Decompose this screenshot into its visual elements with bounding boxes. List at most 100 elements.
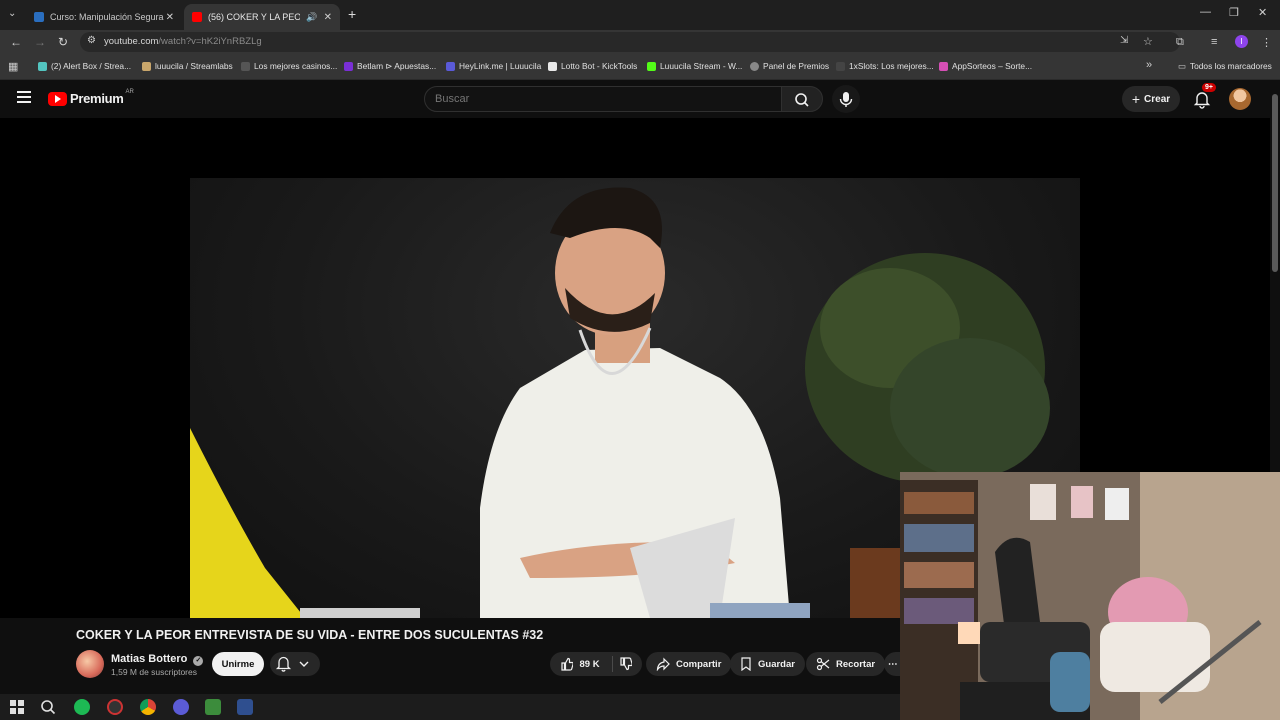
save-button[interactable]: Guardar [730,652,805,676]
bookmark-favicon-icon [548,61,557,71]
more-actions-button[interactable]: ⋯ [884,652,900,676]
share-label: Compartir [676,658,722,670]
microphone-icon [839,92,853,107]
site-info-icon[interactable]: ⚙ [87,35,96,46]
browser-toolbar: ← → ↻ ⚙ youtube.com/watch?v=hK2iYnRBZLg … [0,30,1280,54]
join-button[interactable]: Unirme [212,652,264,676]
bookmark-item[interactable]: Panel de Premios [750,61,829,71]
menu-dots-icon[interactable]: ⋮ [1261,36,1272,49]
bookmark-item[interactable]: 1xSlots: Los mejores... [836,61,934,71]
search-button[interactable] [781,86,823,112]
voice-search-button[interactable] [832,85,860,113]
app-icon[interactable] [107,699,123,715]
bookmark-item[interactable]: Betlam ⊳ Apuestas... [344,61,436,71]
bookmark-label: AppSorteos – Sorte... [952,61,1033,71]
install-app-icon[interactable]: ⇲ [1120,35,1128,46]
reload-button[interactable]: ↻ [58,35,68,49]
tab-title: Curso: Manipulación Segura de [50,12,166,22]
youtube-premium-logo[interactable]: Premium AR [48,89,134,106]
bookmark-favicon-icon [344,61,353,71]
speaker-icon[interactable]: 🔊 [306,12,317,23]
account-avatar[interactable] [1229,88,1251,110]
bookmark-item[interactable]: (2) Alert Box / Strea... [38,61,131,71]
new-tab-button[interactable]: + [348,6,356,22]
bookmark-favicon-icon [142,61,151,71]
channel-avatar[interactable] [76,650,104,678]
bookmark-favicon-icon [836,61,845,71]
close-icon[interactable]: ✕ [324,12,332,23]
url-text: youtube.com/watch?v=hK2iYnRBZLg [104,36,262,47]
chrome-icon[interactable] [140,699,156,715]
tab-youtube-video[interactable]: (56) COKER Y LA PEOR ENT 🔊 ✕ [184,4,340,30]
youtube-header: Premium AR + Crear 9+ [0,80,1270,118]
bookmark-item[interactable]: Lotto Bot - KickTools [548,61,637,71]
taskbar-search-icon[interactable] [40,699,56,715]
window-close-button[interactable]: ✕ [1258,6,1267,19]
clip-button[interactable]: Recortar [806,652,886,676]
minimize-button[interactable]: — [1200,6,1211,18]
save-label: Guardar [758,658,795,670]
bookmark-item[interactable]: AppSorteos – Sorte... [939,61,1032,71]
back-button[interactable]: ← [10,35,22,49]
video-title: COKER Y LA PEOR ENTREVISTA DE SU VIDA - … [76,628,544,642]
like-count: 89 K [579,658,600,670]
bookmarks-bar: ▦ (2) Alert Box / Strea... luuucila / St… [0,54,1280,80]
tab-search-icon[interactable]: ⌄ [8,8,16,19]
extensions-icon[interactable]: ⧉ [1176,36,1184,49]
apps-grid-icon[interactable]: ▦ [8,60,18,73]
like-button[interactable]: 89 K [550,652,642,676]
bookmark-item[interactable]: Luuucila Stream - W... [647,61,742,71]
thumbs-up-icon [561,657,574,671]
webcam-room-illustration [900,472,1280,720]
bookmark-label: Betlam ⊳ Apuestas... [357,61,437,71]
bell-icon [1193,92,1211,109]
share-arrow-icon [656,657,670,671]
thumbs-down-icon [619,657,633,671]
bookmark-favicon-icon [38,61,47,71]
bookmark-label: luuucila / Streamlabs [155,61,233,71]
search-box[interactable] [424,86,782,112]
windows-start-icon[interactable] [9,699,25,715]
bookmark-favicon-icon [241,61,250,71]
tab-favicon-icon [34,12,44,22]
bookmark-item[interactable]: Los mejores casinos... [241,61,337,71]
restore-button[interactable]: ❐ [1229,6,1239,19]
discord-icon[interactable] [173,699,189,715]
create-button[interactable]: + Crear [1122,86,1180,112]
bookmark-star-icon[interactable]: ☆ [1143,35,1153,48]
youtube-play-icon [48,91,67,106]
spotify-icon[interactable] [74,699,90,715]
hamburger-menu-icon[interactable] [17,91,31,103]
address-bar[interactable]: ⚙ youtube.com/watch?v=hK2iYnRBZLg ⇲ ☆ [80,32,1180,52]
search-input[interactable] [435,93,765,105]
tab-title: (56) COKER Y LA PEOR ENT [208,12,301,22]
channel-name[interactable]: Matias Bottero ✓ [111,653,204,666]
minecraft-icon[interactable] [205,699,221,715]
windows-taskbar [0,694,900,720]
folder-icon: ▭ [1178,61,1186,71]
notifications-button[interactable]: 9+ [1192,83,1216,114]
forward-button[interactable]: → [34,35,46,49]
subscription-bell-button[interactable] [270,652,320,676]
more-bookmarks-icon[interactable]: » [1146,59,1152,71]
close-icon[interactable]: ✕ [166,12,174,23]
bookmark-item[interactable]: luuucila / Streamlabs [142,61,233,71]
tab-course[interactable]: Curso: Manipulación Segura de ✕ [26,4,182,30]
scrollbar-thumb[interactable] [1272,94,1278,272]
all-bookmarks-folder[interactable]: ▭ Todos los marcadores [1178,61,1272,71]
calculator-icon[interactable] [237,699,253,715]
verified-check-icon: ✓ [193,656,204,666]
bookmark-label: Todos los marcadores [1189,61,1272,71]
media-controls-icon[interactable]: ≡ [1211,36,1217,48]
bookmark-label: Panel de Premios [763,61,830,71]
bookmark-favicon-icon [647,61,656,71]
bookmark-label: (2) Alert Box / Strea... [51,61,132,71]
bookmark-favicon-icon [750,61,759,71]
search-icon [795,93,809,107]
bookmark-icon [741,657,751,671]
bookmark-item[interactable]: HeyLink.me | Luuucila [446,61,541,71]
share-button[interactable]: Compartir [646,652,732,676]
plus-icon: + [1131,91,1141,107]
profile-avatar[interactable]: I [1235,35,1248,48]
url-path: /watch?v=hK2iYnRBZLg [158,36,262,47]
